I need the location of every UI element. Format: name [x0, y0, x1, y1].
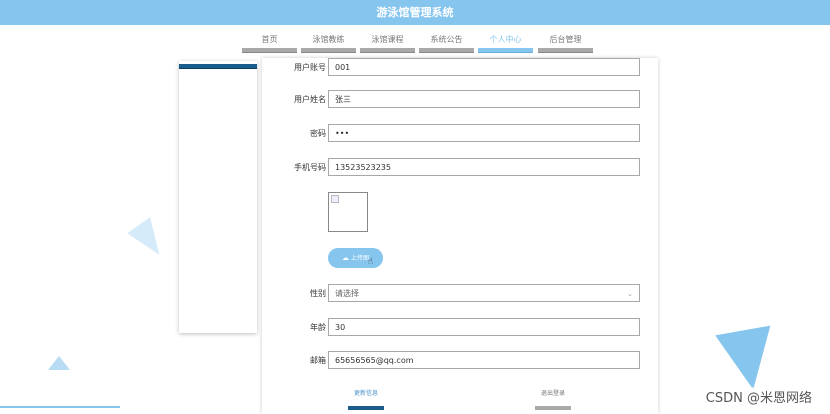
nav-item-coaches[interactable]: 泳馆教练 — [301, 33, 356, 53]
nav-item-personal-center[interactable]: 个人中心 — [478, 33, 533, 53]
sidebar-active-bar — [179, 64, 257, 69]
app-title: 游泳馆管理系统 — [376, 6, 454, 19]
account-field[interactable]: 001 — [328, 58, 640, 76]
upload-image-button[interactable]: ☁ 上传图 ☝ — [328, 248, 383, 268]
gender-select[interactable]: 请选择 ⌄ — [328, 284, 640, 302]
decor-triangle — [127, 217, 171, 263]
decor-line — [0, 406, 120, 408]
cloud-upload-icon: ☁ — [341, 254, 349, 262]
upload-button-label: 上传图 — [350, 255, 369, 262]
phone-label: 手机号码 — [294, 163, 326, 172]
form-row-gender: 性别 请选择 ⌄ — [262, 284, 658, 304]
nav-item-home[interactable]: 首页 — [242, 33, 297, 53]
form-row-account: 用户账号 001 — [262, 58, 658, 78]
age-field[interactable]: 30 — [328, 318, 640, 336]
profile-form-panel: 用户账号 001 用户姓名 张三 密码 ••• 手机号码 13523523235… — [262, 58, 658, 414]
nav-item-announcements[interactable]: 系统公告 — [419, 33, 474, 53]
password-field[interactable]: ••• — [328, 124, 640, 142]
form-row-phone: 手机号码 13523523235 — [262, 158, 658, 178]
avatar-image-preview — [328, 192, 368, 232]
nav-item-admin[interactable]: 后台管理 — [538, 33, 593, 53]
email-label: 邮箱 — [310, 356, 326, 365]
phone-field[interactable]: 13523523235 — [328, 158, 640, 176]
form-row-email: 邮箱 65656565@qq.com — [262, 351, 658, 371]
decor-triangle — [48, 356, 70, 370]
pointer-hand-icon: ☝ — [367, 257, 373, 267]
chevron-down-icon: ⌄ — [627, 290, 633, 298]
decor-triangle — [715, 325, 781, 395]
broken-image-icon — [331, 195, 339, 203]
email-field[interactable]: 65656565@qq.com — [328, 351, 640, 369]
update-info-button[interactable]: 更新信息 — [346, 388, 386, 410]
top-nav: 首页 泳馆教练 泳馆课程 系统公告 个人中心 后台管理 — [0, 33, 830, 55]
form-row-password: 密码 ••• — [262, 124, 658, 144]
name-field[interactable]: 张三 — [328, 90, 640, 108]
sidebar — [179, 61, 257, 333]
password-label: 密码 — [310, 129, 326, 138]
gender-label: 性别 — [310, 289, 326, 298]
name-label: 用户姓名 — [294, 95, 326, 104]
logout-button[interactable]: 退出登录 — [533, 388, 573, 410]
gender-select-value: 请选择 — [335, 289, 359, 298]
form-row-age: 年龄 30 — [262, 318, 658, 338]
nav-item-courses[interactable]: 泳馆课程 — [360, 33, 415, 53]
age-label: 年龄 — [310, 323, 326, 332]
app-header: 游泳馆管理系统 — [0, 0, 830, 25]
form-row-name: 用户姓名 张三 — [262, 90, 658, 110]
watermark: CSDN @米恩网络 — [703, 387, 814, 406]
account-label: 用户账号 — [294, 63, 326, 72]
